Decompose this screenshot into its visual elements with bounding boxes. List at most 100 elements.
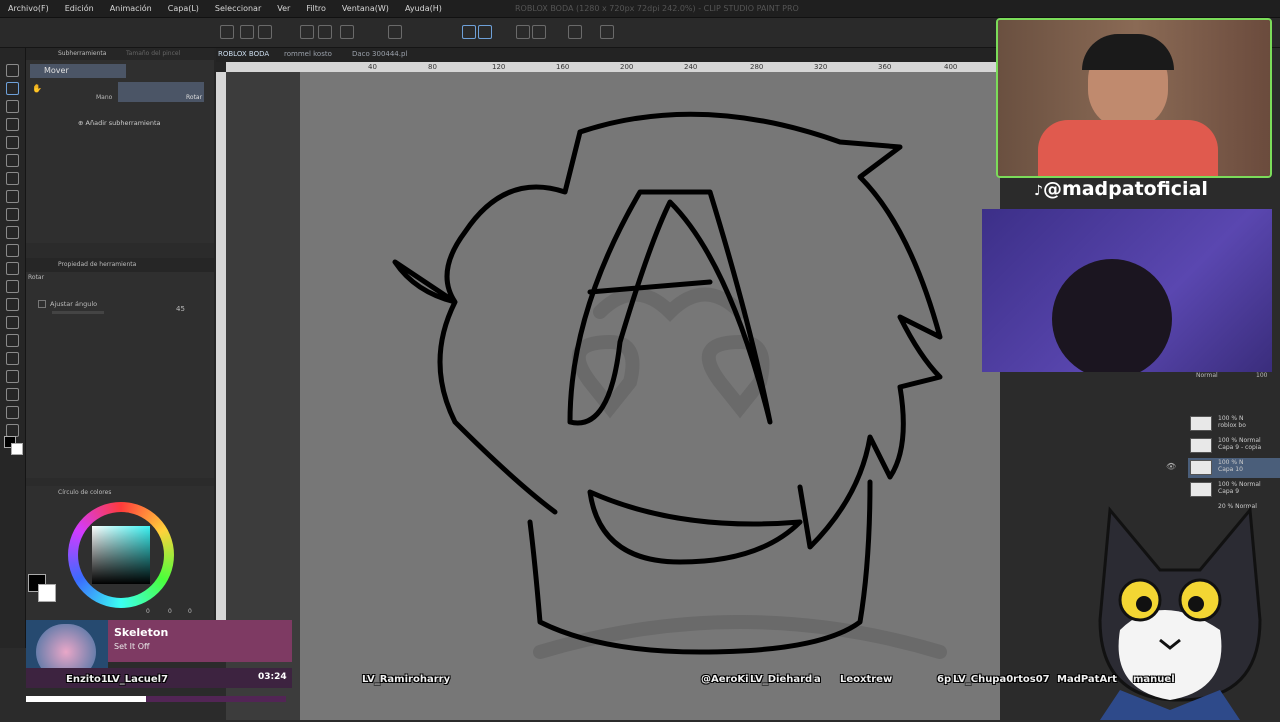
open-file-icon[interactable]	[240, 25, 254, 39]
layer-blend: 100 % N	[1218, 459, 1244, 466]
sub-color-box[interactable]	[38, 584, 56, 602]
horizontal-ruler: 40 80 120 160 200 240 280 320 360 400	[226, 62, 996, 72]
magic-wand-icon[interactable]	[6, 136, 19, 149]
decoration-icon[interactable]	[6, 244, 19, 257]
flip-icon[interactable]	[532, 25, 546, 39]
chat-name: Enzito1	[66, 674, 108, 685]
layer-row-selected[interactable]: 100 % N Capa 10	[1188, 458, 1280, 478]
layer-name: Capa 9	[1218, 488, 1240, 495]
fill-tool-icon[interactable]	[6, 298, 19, 311]
add-subtool-button[interactable]: ⊕ Añadir subherramienta	[78, 119, 161, 127]
ruler-tick: 160	[556, 63, 570, 71]
blend-mode[interactable]: Normal	[1196, 372, 1218, 379]
settings-icon[interactable]	[340, 25, 354, 39]
ruler-tick: 360	[878, 63, 892, 71]
layer-row[interactable]: 100 % Normal Capa 9	[1188, 480, 1280, 500]
sub-color-swatch[interactable]	[11, 443, 23, 455]
menu-ventana[interactable]: Ventana(W)	[334, 4, 397, 13]
move-tool-icon[interactable]	[6, 82, 19, 95]
menu-bar: Archivo(F) Edición Animación Capa(L) Sel…	[0, 0, 1280, 18]
redo-icon[interactable]	[318, 25, 332, 39]
menu-filtro[interactable]: Filtro	[298, 4, 334, 13]
chat-name: Leoxtrew	[840, 674, 893, 685]
menu-capa[interactable]: Capa(L)	[160, 4, 207, 13]
panel-icon[interactable]	[600, 25, 614, 39]
menu-seleccionar[interactable]: Seleccionar	[207, 4, 269, 13]
zoom-icon[interactable]	[516, 25, 530, 39]
save-icon[interactable]	[258, 25, 272, 39]
rotar-item[interactable]: Rotar	[118, 82, 204, 102]
rgb-value-r: 0	[146, 608, 150, 615]
operation-tool-icon[interactable]	[6, 100, 19, 113]
add-subtool-label: Añadir subherramienta	[85, 119, 161, 127]
menu-ayuda[interactable]: Ayuda(H)	[397, 4, 450, 13]
blend-tool-icon[interactable]	[6, 280, 19, 293]
ruler-tick: 240	[684, 63, 698, 71]
song-time: 03:24	[258, 672, 287, 682]
angle-value[interactable]: 45	[176, 305, 185, 313]
layer-blend: 100 % Normal	[1218, 481, 1261, 488]
menu-ver[interactable]: Ver	[269, 4, 298, 13]
pencil-tool-icon[interactable]	[6, 190, 19, 203]
brush-tool-icon[interactable]	[6, 208, 19, 221]
menu-archivo[interactable]: Archivo(F)	[0, 4, 57, 13]
brush-size-tab[interactable]: Tamaño del pincel	[126, 50, 180, 57]
balloon-tool-icon[interactable]	[6, 406, 19, 419]
tiktok-icon: ♪	[1034, 183, 1043, 199]
drawing-canvas[interactable]	[300, 72, 1000, 720]
chat-name: LV_Diehard	[750, 674, 813, 685]
eye-icon[interactable]: 👁	[1166, 462, 1176, 471]
tab-daco[interactable]: Daco 300444.pl	[352, 50, 407, 58]
figure-tool-icon[interactable]	[6, 334, 19, 347]
color-square[interactable]	[92, 526, 150, 584]
menu-animacion[interactable]: Animación	[102, 4, 160, 13]
undo-icon[interactable]	[300, 25, 314, 39]
window-title: ROBLOX BODA (1280 x 720px 72dpi 242.0%) …	[515, 4, 799, 13]
zoom-tool-icon[interactable]	[6, 64, 19, 77]
eraser-icon[interactable]	[6, 262, 19, 275]
song-progress-bar	[26, 696, 286, 702]
chat-name: LV_Ramiroharry	[362, 674, 451, 685]
snap-ruler-icon[interactable]	[462, 25, 476, 39]
selection-tool-icon[interactable]	[6, 118, 19, 131]
text-tool-icon[interactable]	[6, 388, 19, 401]
ruler-tool-icon[interactable]	[6, 370, 19, 383]
mano-label[interactable]: Mano	[96, 94, 112, 101]
fill-icon[interactable]	[568, 25, 582, 39]
webcam-pet	[982, 209, 1272, 372]
tiktok-handle-text: @madpatoficial	[1042, 178, 1208, 200]
layer-blend: 100 % N	[1218, 415, 1244, 422]
eyedropper-icon[interactable]	[6, 154, 19, 167]
gradient-icon[interactable]	[6, 316, 19, 329]
airbrush-icon[interactable]	[6, 226, 19, 239]
layer-row[interactable]: 100 % Nroblox bo	[1188, 414, 1280, 434]
adjust-angle-checkbox[interactable]	[38, 300, 46, 308]
layer-row[interactable]: 100 % Normal Capa 9 - copia	[1188, 436, 1280, 456]
color-wheel[interactable]	[68, 502, 174, 608]
tab-roblox-boda[interactable]: ROBLOX BODA	[218, 50, 269, 58]
angle-slider[interactable]	[52, 311, 104, 314]
ruler-tick: 400	[944, 63, 958, 71]
subtool-tab[interactable]: Subherramienta	[58, 50, 106, 57]
frame-tool-icon[interactable]	[6, 352, 19, 365]
transform-icon[interactable]	[388, 25, 402, 39]
adjust-angle-label: Ajustar ángulo	[50, 300, 98, 308]
subtool-panel: Subherramienta Tamaño del pincel Mover ✋…	[26, 48, 214, 243]
tool-property-section: Rotar	[28, 274, 45, 281]
pet-silhouette	[1052, 259, 1172, 372]
chat-name: LV_Lacuel7	[107, 674, 169, 685]
new-file-icon[interactable]	[220, 25, 234, 39]
layer-name: Capa 9 - copia	[1218, 444, 1262, 451]
snap-grid-icon[interactable]	[478, 25, 492, 39]
pen-tool-icon[interactable]	[6, 172, 19, 185]
subtool-item-mover[interactable]: Mover	[30, 64, 126, 78]
chat-name: manuel	[1133, 674, 1175, 685]
menu-edicion[interactable]: Edición	[57, 4, 102, 13]
tab-rommel-kosto[interactable]: rommel kosto	[284, 50, 332, 58]
hand-icon[interactable]: ✋	[32, 84, 42, 94]
layer-opacity[interactable]: 100	[1256, 372, 1267, 379]
tool-property-title: Propiedad de herramienta	[58, 261, 137, 268]
tool-property-header: Propiedad de herramienta	[26, 258, 214, 272]
canvas-tabs: ROBLOX BODA rommel kosto Daco 300444.pl	[216, 48, 996, 62]
rgb-value-g: 0	[168, 608, 172, 615]
